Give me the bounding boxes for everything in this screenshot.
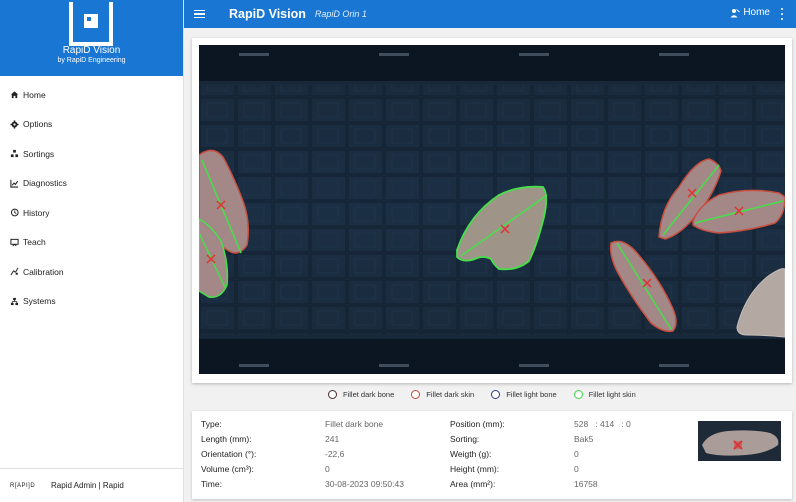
user-footer: R[API]D Rapid Admin | Rapid — [0, 468, 183, 502]
info-label-position: Position (mm): — [450, 419, 505, 429]
info-label-time: Time: — [201, 479, 222, 489]
rapid-small-logo: R[API]D — [10, 482, 36, 489]
rapid-logo-icon — [69, 2, 113, 46]
camera-image — [199, 45, 785, 374]
top-app-bar: RapiD Vision RapiD Orin 1 Home — [184, 0, 796, 28]
legend-item-fillet-light-skin: Fillet light skin — [573, 390, 636, 399]
gear-icon — [9, 119, 19, 129]
nav-label: History — [23, 207, 50, 218]
legend-dot — [411, 390, 421, 399]
nav-item-sortings[interactable]: Sortings — [0, 139, 183, 169]
info-value-area: 16758 — [574, 479, 598, 489]
calibration-icon — [9, 267, 19, 277]
more-vert-icon[interactable] — [780, 8, 784, 20]
legend-label: Fillet light skin — [588, 390, 636, 399]
nav-label: Teach — [23, 237, 46, 248]
info-value-position: 528 : 414 : 0 — [574, 419, 631, 429]
nav-label: Options — [23, 119, 53, 130]
info-value-time: 30-08-2023 09:50:43 — [325, 479, 404, 489]
info-label-weight: Weigth (g): — [450, 449, 492, 459]
nav-item-options[interactable]: Options — [0, 110, 183, 140]
device-name: RapiD Orin 1 — [314, 9, 367, 19]
sortings-icon — [9, 149, 19, 159]
info-label-length: Length (mm): — [201, 434, 252, 444]
nav-item-history[interactable]: History — [0, 198, 183, 228]
info-value-length: 241 — [325, 434, 340, 444]
info-value-orientation: -22,6 — [325, 449, 345, 459]
info-value-type: Fillet dark bone — [325, 419, 384, 429]
legend-label: Fillet light bone — [506, 390, 557, 399]
camera-card — [192, 38, 792, 383]
brand-title: RapiD Vision — [62, 45, 121, 56]
nav-label: Diagnostics — [23, 178, 67, 189]
legend-label: Fillet dark bone — [343, 390, 395, 399]
legend-dot — [328, 390, 337, 399]
legend-item-fillet-light-bone: Fillet light bone — [491, 390, 557, 399]
nav-label: Calibration — [23, 266, 64, 277]
detection-thumbnail[interactable] — [698, 421, 781, 461]
info-value-height: 0 — [574, 464, 579, 474]
legend-dot — [491, 390, 501, 399]
nav-item-home[interactable]: Home — [0, 80, 183, 110]
app-title: RapiD Vision — [229, 7, 306, 21]
history-icon — [9, 208, 19, 218]
home-icon — [9, 90, 19, 100]
home-button[interactable]: Home — [730, 7, 770, 18]
legend-item-fillet-dark-bone: Fillet dark bone — [328, 390, 394, 399]
systems-icon — [9, 296, 19, 306]
thumbnail-image — [698, 421, 781, 461]
nav-item-teach[interactable]: Teach — [0, 228, 183, 258]
info-value-sorting: Bak5 — [574, 434, 594, 444]
brand-subtitle: by RapiD Engineering — [57, 57, 126, 64]
info-value-weight: 0 — [574, 449, 579, 459]
info-label-volume: Volume (cm³): — [201, 464, 254, 474]
legend-label: Fillet dark skin — [426, 390, 475, 399]
home-button-label: Home — [743, 7, 770, 18]
nav-item-diagnostics[interactable]: Diagnostics — [0, 169, 183, 199]
user-label[interactable]: Rapid Admin | Rapid — [51, 481, 124, 490]
info-value-volume: 0 — [325, 464, 330, 474]
nav-label: Sortings — [23, 148, 55, 159]
nav-item-systems[interactable]: Systems — [0, 287, 183, 317]
nav-menu: Home Options Sortings Diagnostics Histor… — [0, 80, 183, 316]
info-label-area: Area (mm²): — [450, 479, 496, 489]
nav-label: Home — [23, 89, 46, 100]
camera-view[interactable] — [199, 45, 785, 374]
legend-dot — [573, 390, 583, 399]
sidebar: RapiD Vision by RapiD Engineering Home O… — [0, 0, 184, 502]
detection-info-panel: Type: Fillet dark bone Length (mm): 241 … — [192, 411, 792, 499]
nav-item-calibration[interactable]: Calibration — [0, 257, 183, 287]
menu-icon[interactable] — [194, 7, 208, 21]
chart-icon — [9, 178, 19, 188]
info-label-sorting: Sorting: — [450, 434, 480, 444]
nav-label: Systems — [23, 296, 56, 307]
legend-item-fillet-dark-skin: Fillet dark skin — [411, 390, 474, 399]
brand-header: RapiD Vision by RapiD Engineering — [0, 0, 183, 76]
teach-icon — [9, 237, 19, 247]
info-label-orientation: Orientation (°): — [201, 449, 257, 459]
home-user-icon — [730, 8, 741, 17]
info-label-type: Type: — [201, 419, 222, 429]
classification-legend: Fillet dark bone Fillet dark skin Fillet… — [328, 390, 653, 399]
info-label-height: Height (mm): — [450, 464, 500, 474]
